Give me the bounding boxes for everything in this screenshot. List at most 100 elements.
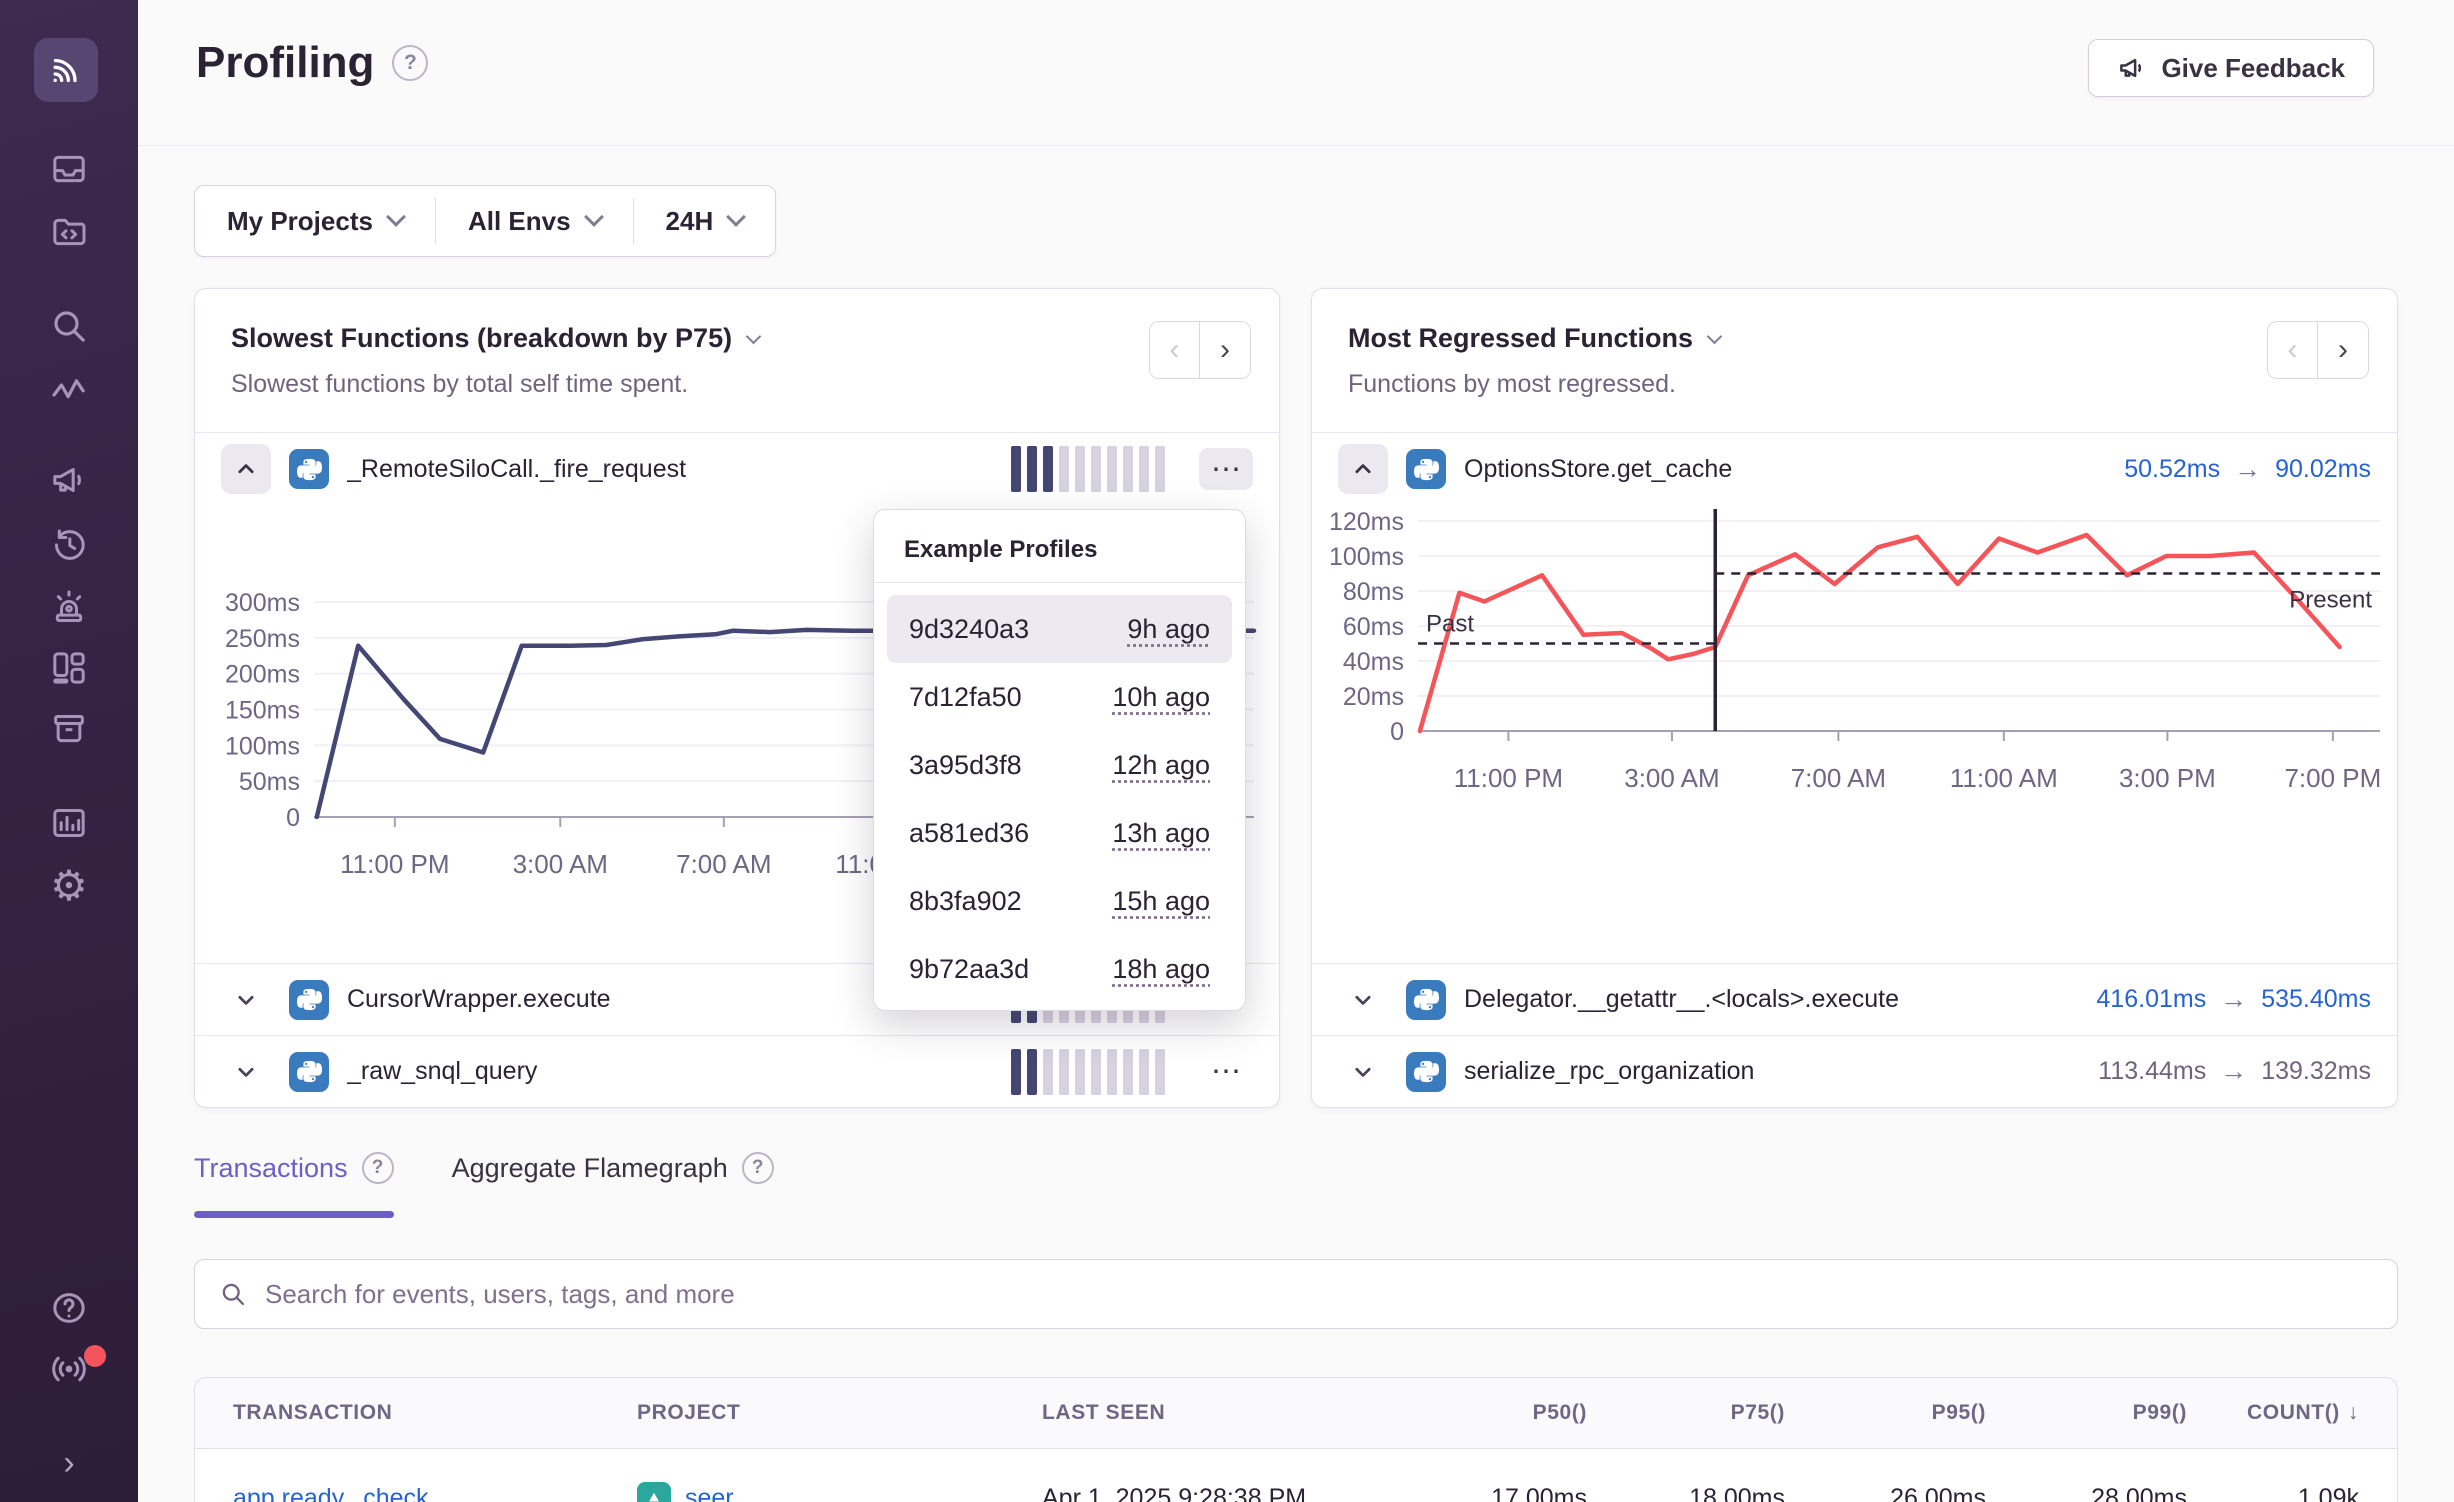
row-menu-button[interactable]: ⋯ <box>1199 448 1253 490</box>
chevron-down-icon <box>235 1061 257 1083</box>
profile-item[interactable]: 9d3240a3 9h ago <box>887 595 1232 663</box>
sidebar-item-settings[interactable]: ⚙ <box>49 866 89 906</box>
search-icon <box>49 306 89 346</box>
col-last-seen[interactable]: LAST SEEN <box>1042 1401 1389 1425</box>
profile-id[interactable]: 9b72aa3d <box>909 954 1029 985</box>
function-row[interactable]: serialize_rpc_organization 113.44ms → 13… <box>1312 1035 2397 1107</box>
sidebar-item-issues[interactable] <box>49 149 89 189</box>
sidebar-item-stats[interactable] <box>49 803 89 843</box>
search-bar[interactable]: Search for events, users, tags, and more <box>194 1259 2398 1329</box>
profile-age[interactable]: 12h ago <box>1112 750 1210 781</box>
expand-row-button[interactable] <box>221 1047 271 1097</box>
sentry-logo[interactable] <box>34 38 98 102</box>
profile-age[interactable]: 10h ago <box>1112 682 1210 713</box>
sidebar-item-explore[interactable] <box>49 306 89 346</box>
profile-item[interactable]: 7d12fa50 10h ago <box>887 663 1232 731</box>
profile-age[interactable]: 13h ago <box>1112 818 1210 849</box>
sidebar-item-help[interactable] <box>49 1288 89 1328</box>
expand-row-button[interactable] <box>221 975 271 1025</box>
row-menu-button[interactable]: ⋯ <box>1199 1051 1253 1093</box>
function-row[interactable]: _raw_snql_query ⋯ <box>195 1035 1279 1107</box>
sidebar-item-replays[interactable] <box>49 525 89 565</box>
chevron-down-icon <box>1352 989 1374 1011</box>
project-filter[interactable]: My Projects <box>195 186 435 256</box>
collapse-row-button[interactable] <box>1338 444 1388 494</box>
profile-item[interactable]: 8b3fa902 15h ago <box>887 867 1232 935</box>
tab-transactions[interactable]: Transactions ? <box>194 1152 394 1218</box>
date-range-filter[interactable]: 24H <box>634 186 776 256</box>
collapse-row-button[interactable] <box>221 444 271 494</box>
sidebar-collapse-button[interactable]: › <box>49 1443 89 1483</box>
give-feedback-button[interactable]: Give Feedback <box>2088 39 2374 97</box>
profile-id[interactable]: 3a95d3f8 <box>909 750 1022 781</box>
most-regressed-card: Most Regressed Functions Functions by mo… <box>1311 288 2398 1108</box>
help-icon[interactable]: ? <box>742 1152 774 1184</box>
collapse-chevron-icon: › <box>63 1444 74 1483</box>
card-header: Most Regressed Functions Functions by mo… <box>1312 289 2397 433</box>
sidebar-item-alerts[interactable] <box>49 586 89 626</box>
profile-age[interactable]: 18h ago <box>1112 954 1210 985</box>
sidebar-item-feedback[interactable] <box>49 460 89 500</box>
pagination: ‹ › <box>2267 321 2369 379</box>
after-value[interactable]: 535.40ms <box>2261 985 2371 1014</box>
profile-id[interactable]: a581ed36 <box>909 818 1029 849</box>
project-link[interactable]: seer <box>685 1484 734 1502</box>
profile-id[interactable]: 9d3240a3 <box>909 614 1029 645</box>
col-p95[interactable]: P95() <box>1785 1401 1986 1425</box>
col-p50[interactable]: P50() <box>1389 1401 1587 1425</box>
next-page-button[interactable]: › <box>1200 322 1250 378</box>
profile-age[interactable]: 15h ago <box>1112 886 1210 917</box>
sidebar-item-whats-new[interactable] <box>49 1349 89 1389</box>
profile-id[interactable]: 8b3fa902 <box>909 886 1022 917</box>
environment-filter[interactable]: All Envs <box>436 186 633 256</box>
after-value[interactable]: 90.02ms <box>2275 455 2371 484</box>
function-name[interactable]: serialize_rpc_organization <box>1464 1057 2080 1086</box>
profile-id[interactable]: 7d12fa50 <box>909 682 1022 713</box>
svg-text:11:00 PM: 11:00 PM <box>340 849 449 879</box>
card-title-dropdown[interactable]: Slowest Functions (breakdown by P75) <box>231 323 1243 354</box>
function-name[interactable]: OptionsStore.get_cache <box>1464 455 2106 484</box>
function-row[interactable]: Delegator.__getattr__.<locals>.execute 4… <box>1312 963 2397 1035</box>
next-page-button[interactable]: › <box>2318 322 2368 378</box>
chevron-down-icon <box>235 989 257 1011</box>
arrow-right-icon: → <box>2220 984 2247 1015</box>
sidebar-item-releases[interactable] <box>49 709 89 749</box>
col-p75[interactable]: P75() <box>1587 1401 1785 1425</box>
function-name[interactable]: _RemoteSiloCall._fire_request <box>347 455 993 484</box>
col-transaction[interactable]: TRANSACTION <box>233 1401 637 1425</box>
before-value[interactable]: 50.52ms <box>2124 455 2220 484</box>
function-row[interactable]: _RemoteSiloCall._fire_request ⋯ <box>195 433 1279 505</box>
prev-page-button[interactable]: ‹ <box>1150 322 1200 378</box>
broadcast-icon <box>49 1349 89 1389</box>
profile-age[interactable]: 9h ago <box>1127 614 1210 645</box>
profile-item[interactable]: a581ed36 13h ago <box>887 799 1232 867</box>
profile-item[interactable]: 3a95d3f8 12h ago <box>887 731 1232 799</box>
page-help-icon[interactable]: ? <box>392 45 428 81</box>
sentry-logo-icon <box>46 50 86 90</box>
before-value[interactable]: 416.01ms <box>2096 985 2206 1014</box>
function-name[interactable]: Delegator.__getattr__.<locals>.execute <box>1464 985 2078 1014</box>
sidebar-item-dashboards[interactable] <box>49 648 89 688</box>
expand-row-button[interactable] <box>1338 975 1388 1025</box>
col-project[interactable]: PROJECT <box>637 1401 1042 1425</box>
card-header: Slowest Functions (breakdown by P75) Slo… <box>195 289 1279 433</box>
transaction-link[interactable]: app.ready._check <box>233 1484 429 1502</box>
function-name[interactable]: _raw_snql_query <box>347 1057 993 1086</box>
col-p99[interactable]: P99() <box>1986 1401 2187 1425</box>
profile-item[interactable]: 9b72aa3d 18h ago <box>887 935 1232 1003</box>
svg-text:0: 0 <box>1390 718 1404 746</box>
tab-aggregate-flamegraph[interactable]: Aggregate Flamegraph ? <box>452 1152 774 1218</box>
help-circle-icon <box>49 1288 89 1328</box>
svg-text:60ms: 60ms <box>1343 613 1404 641</box>
card-subtitle: Slowest functions by total self time spe… <box>231 370 1243 399</box>
svg-text:7:00 AM: 7:00 AM <box>1791 763 1886 793</box>
prev-page-button[interactable]: ‹ <box>2268 322 2318 378</box>
function-row[interactable]: OptionsStore.get_cache 50.52ms → 90.02ms <box>1312 433 2397 505</box>
card-title-dropdown[interactable]: Most Regressed Functions <box>1348 323 2361 354</box>
sidebar-item-traces[interactable] <box>49 370 89 410</box>
table-row[interactable]: app.ready._check seer Apr 1, 2025 9:28:3… <box>194 1449 2398 1502</box>
sidebar-item-projects[interactable] <box>49 212 89 252</box>
expand-row-button[interactable] <box>1338 1047 1388 1097</box>
col-count[interactable]: COUNT() ↓ <box>2187 1401 2359 1425</box>
help-icon[interactable]: ? <box>362 1152 394 1184</box>
